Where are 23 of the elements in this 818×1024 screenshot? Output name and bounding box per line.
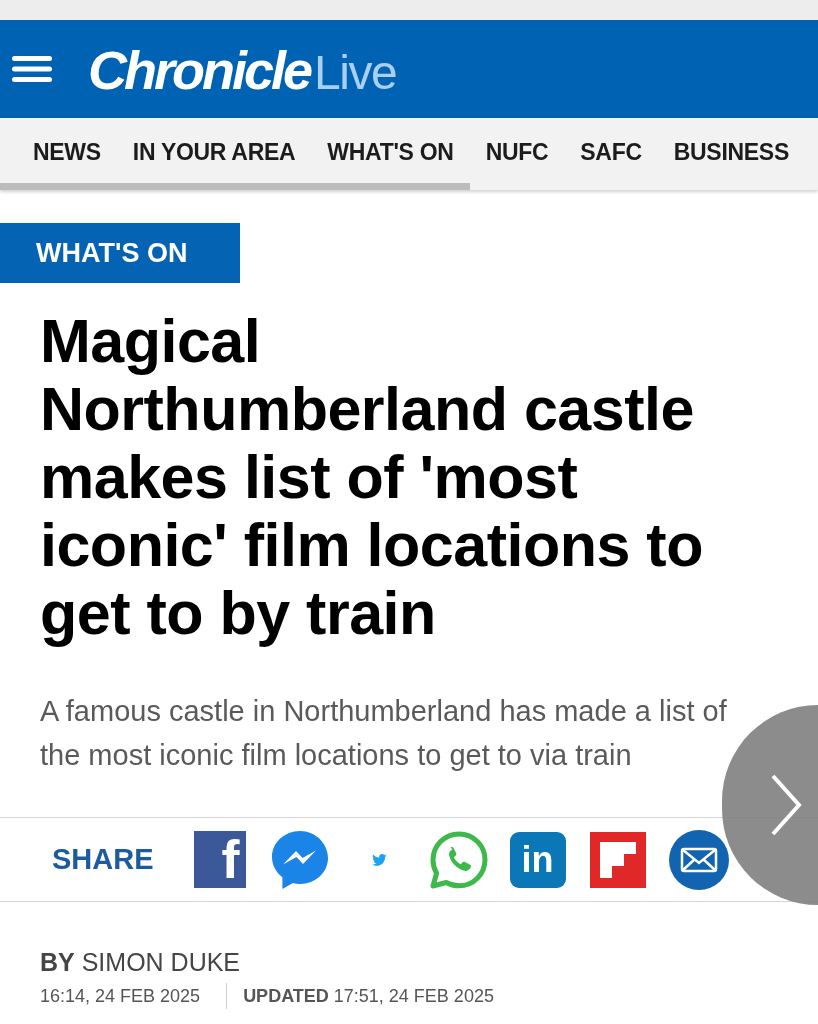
- share-label: SHARE: [52, 843, 154, 876]
- updated-time: UPDATED 17:51, 24 FEB 2025: [243, 985, 494, 1008]
- whatsapp-icon[interactable]: [429, 830, 488, 889]
- site-logo[interactable]: ChronicleLive: [88, 43, 397, 97]
- bird-icon[interactable]: [371, 853, 387, 866]
- menu-icon[interactable]: [12, 56, 52, 82]
- article-headline: Magical Northumberland castle makes list of 'most iconic' film locations to get to by train: [40, 307, 704, 647]
- linkedin-share-button[interactable]: in: [509, 831, 566, 888]
- publish-time: 16:14, 24 FEB 2025: [40, 985, 201, 1008]
- nav-link[interactable]: NEWS: [33, 139, 101, 166]
- article-standfirst: A famous castle in Northumberland has made a list of the most iconic film locations to get to via train: [40, 694, 728, 773]
- nav-link[interactable]: BUSINESS: [673, 139, 789, 166]
- byline: BY SIMON DUKE: [40, 947, 241, 978]
- facebook-share-button[interactable]: f: [193, 831, 246, 888]
- mail-icon[interactable]: [668, 829, 729, 890]
- chevron-right-icon: [770, 773, 802, 837]
- flipboard-icon[interactable]: [589, 831, 646, 888]
- nav-link[interactable]: IN YOUR AREA: [132, 139, 296, 166]
- nav-link[interactable]: WHAT'S ON: [327, 139, 454, 166]
- messenger-icon[interactable]: [271, 830, 328, 889]
- section-label[interactable]: WHAT'S ON: [0, 223, 240, 283]
- nav-link[interactable]: SAFC: [580, 139, 642, 166]
- nav-link[interactable]: NUFC: [485, 139, 549, 166]
